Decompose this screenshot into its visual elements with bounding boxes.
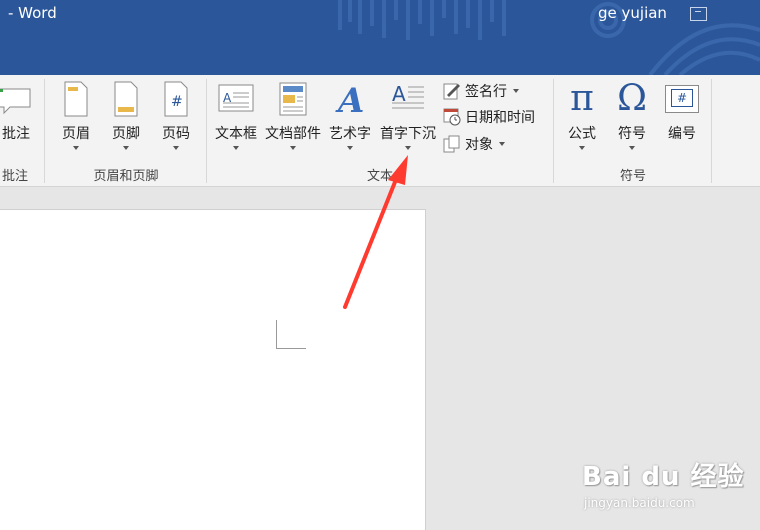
chevron-down-icon bbox=[405, 146, 411, 150]
footer-label: 页脚 bbox=[112, 126, 140, 142]
svg-text:#: # bbox=[171, 94, 183, 110]
group-label-header-footer: 页眉和页脚 bbox=[93, 169, 159, 184]
new-comment-icon bbox=[0, 88, 31, 115]
drop-cap-icon: A bbox=[392, 82, 424, 109]
group-separator bbox=[553, 79, 554, 183]
watermark-url: jingyan.baidu.com bbox=[584, 496, 695, 510]
document-page[interactable] bbox=[0, 209, 426, 530]
header-button[interactable]: 页眉 bbox=[54, 79, 98, 163]
new-comment-button[interactable]: 批注 bbox=[0, 79, 36, 163]
header-icon bbox=[64, 81, 88, 117]
group-label-text: 文本 bbox=[366, 169, 393, 184]
symbol-label: 符号 bbox=[618, 126, 646, 142]
equation-button[interactable]: π 公式 bbox=[560, 79, 604, 163]
text-box-icon: A bbox=[218, 84, 254, 112]
drop-cap-label: 首字下沉 bbox=[380, 126, 436, 142]
chevron-down-icon bbox=[73, 146, 79, 150]
equation-pi-icon: π bbox=[570, 78, 594, 119]
symbol-button[interactable]: Ω 符号 bbox=[610, 79, 654, 163]
quick-parts-label: 文档部件 bbox=[265, 126, 321, 142]
object-icon bbox=[443, 135, 460, 153]
header-label: 页眉 bbox=[62, 126, 90, 142]
equation-label: 公式 bbox=[568, 126, 596, 142]
group-symbols: π 公式 Ω 符号 # 编号 符号 bbox=[556, 75, 710, 187]
chevron-down-icon bbox=[233, 146, 239, 150]
quick-parts-icon bbox=[279, 82, 307, 116]
svg-text:A: A bbox=[335, 81, 364, 117]
group-separator bbox=[44, 79, 45, 183]
ribbon-insert-tab: 批注 批注 页眉 页脚 # 页码 页眉和页脚 A 文本框 文档部件 A 艺术字 … bbox=[0, 75, 760, 187]
chevron-down-icon bbox=[290, 146, 296, 150]
chevron-down-icon bbox=[173, 146, 179, 150]
page-number-button[interactable]: # 页码 bbox=[154, 79, 198, 163]
chevron-down-icon bbox=[123, 146, 129, 150]
wordart-icon: A bbox=[335, 81, 364, 117]
new-comment-label: 批注 bbox=[2, 126, 30, 142]
user-name[interactable]: ge yujian bbox=[598, 4, 667, 22]
numbering-icon-glyph: # bbox=[671, 89, 693, 107]
watermark-brand: Bai du 经验 bbox=[582, 462, 745, 492]
chevron-down-icon bbox=[629, 146, 635, 150]
group-separator bbox=[711, 79, 712, 183]
chevron-down-icon bbox=[579, 146, 585, 150]
footer-icon bbox=[114, 81, 138, 117]
group-label-comments: 批注 bbox=[2, 169, 29, 184]
group-label-symbols: 符号 bbox=[619, 169, 646, 184]
quick-parts-button[interactable]: 文档部件 bbox=[262, 79, 324, 163]
signature-line-icon bbox=[443, 83, 460, 100]
chevron-down-icon bbox=[347, 146, 353, 150]
text-box-button[interactable]: A 文本框 bbox=[210, 79, 262, 163]
symbol-omega-icon: Ω bbox=[617, 78, 647, 119]
numbering-button[interactable]: # 编号 bbox=[660, 79, 704, 163]
date-time-label: 日期和时间 bbox=[465, 110, 535, 126]
numbering-icon: # bbox=[665, 85, 699, 113]
group-comments: 批注 批注 bbox=[0, 75, 40, 187]
svg-text:A: A bbox=[392, 82, 406, 106]
wordart-label: 艺术字 bbox=[329, 126, 371, 142]
numbering-label: 编号 bbox=[668, 126, 696, 142]
baidu-jingyan-watermark: Bai du 经验 jingyan.baidu.com bbox=[582, 450, 752, 520]
chevron-down-icon bbox=[513, 89, 519, 93]
text-margin-corner bbox=[276, 320, 306, 349]
word-window: - Word ge yujian 批注 批注 页眉 页脚 # 页码 页眉和页脚 … bbox=[0, 0, 760, 530]
object-button[interactable]: 对象 bbox=[443, 133, 505, 155]
wordart-button[interactable]: A 艺术字 bbox=[324, 79, 376, 163]
page-number-icon: # bbox=[164, 81, 188, 117]
page-number-label: 页码 bbox=[162, 126, 190, 142]
date-time-icon bbox=[443, 108, 461, 126]
drop-cap-button[interactable]: A 首字下沉 bbox=[376, 79, 440, 163]
app-title: - Word bbox=[8, 4, 57, 22]
title-bar: - Word ge yujian bbox=[0, 0, 760, 75]
object-label: 对象 bbox=[465, 137, 493, 153]
signature-line-button[interactable]: 签名行 bbox=[443, 80, 519, 102]
signature-line-label: 签名行 bbox=[465, 84, 507, 100]
footer-button[interactable]: 页脚 bbox=[104, 79, 148, 163]
group-separator bbox=[206, 79, 207, 183]
text-box-label: 文本框 bbox=[215, 126, 257, 142]
ribbon-display-options-icon[interactable] bbox=[690, 7, 707, 21]
date-time-button[interactable]: 日期和时间 bbox=[443, 106, 535, 128]
group-header-footer: 页眉 页脚 # 页码 页眉和页脚 bbox=[48, 75, 204, 187]
chevron-down-icon bbox=[499, 142, 505, 146]
